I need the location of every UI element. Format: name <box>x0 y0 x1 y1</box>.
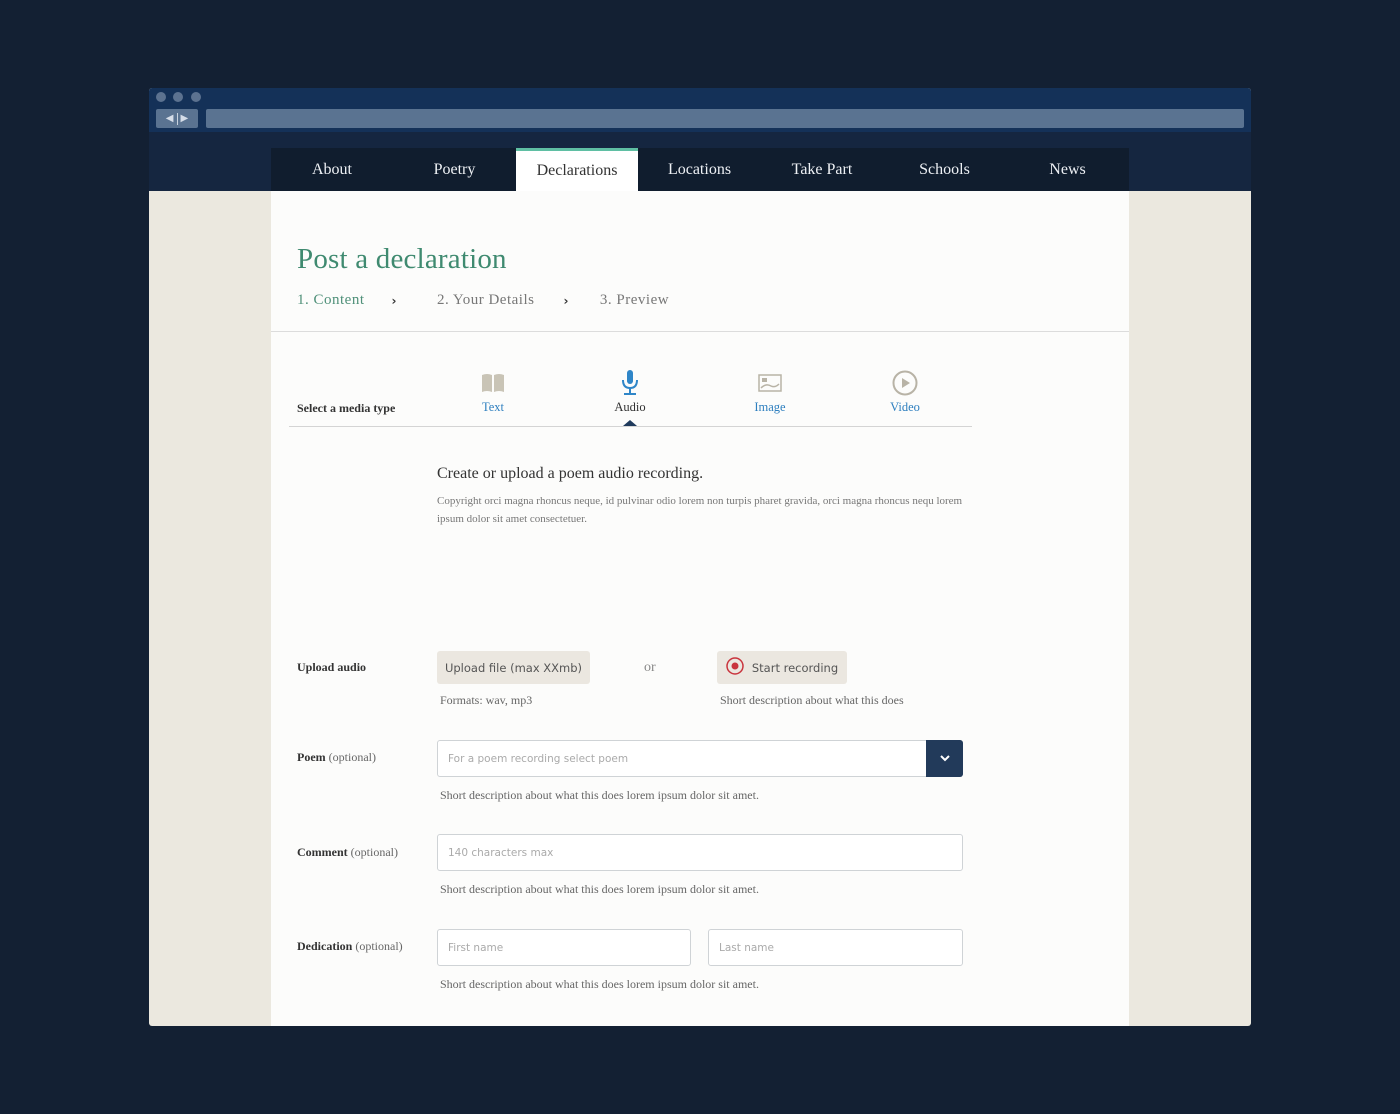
microphone-icon <box>621 369 639 397</box>
record-icon <box>726 657 744 678</box>
intro-text: Copyright orci magna rhoncus neque, id p… <box>437 495 963 525</box>
active-indicator-caret <box>623 420 637 426</box>
comment-label: Comment (optional) <box>297 845 398 860</box>
site-header: About Poetry Declarations Locations Take… <box>149 132 1251 191</box>
media-type-label: Select a media type <box>297 401 396 415</box>
poem-select-placeholder: For a poem recording select poem <box>448 752 629 765</box>
nav-item-locations[interactable]: Locations <box>638 148 761 191</box>
book-icon <box>481 369 505 397</box>
dedication-label: Dedication (optional) <box>297 939 403 954</box>
chevron-right-icon: › <box>391 293 397 308</box>
media-option-text[interactable]: Text <box>448 369 538 415</box>
intro-title: Create or upload a poem audio recording. <box>437 465 704 482</box>
browser-window: ◀ ▶ About Poetry Declarations Locations … <box>149 88 1251 1026</box>
nav-separator <box>176 112 178 125</box>
nav-item-poetry[interactable]: Poetry <box>393 148 516 191</box>
nav-item-take-part[interactable]: Take Part <box>761 148 883 191</box>
optional-text: (optional) <box>350 845 398 859</box>
dropdown-toggle[interactable] <box>926 740 963 777</box>
header-divider <box>271 331 1129 332</box>
step-content[interactable]: 1. Content <box>297 292 365 309</box>
upload-file-button[interactable]: Upload file (max XXmb) <box>437 651 590 684</box>
media-option-label: Audio <box>614 400 646 414</box>
poem-hint: Short description about what this does l… <box>440 788 759 802</box>
last-name-input[interactable]: Last name <box>708 929 963 966</box>
or-text: or <box>644 660 656 675</box>
page-title: Post a declaration <box>297 243 507 275</box>
step-preview[interactable]: 3. Preview <box>600 292 669 309</box>
label-text: Dedication <box>297 939 353 953</box>
nav-item-declarations[interactable]: Declarations <box>516 148 638 191</box>
window-dot-maximize[interactable] <box>191 92 201 102</box>
main-content: Post a declaration 1. Content › 2. Your … <box>271 191 1129 1026</box>
media-option-label: Video <box>890 400 920 414</box>
poem-label: Poem (optional) <box>297 750 376 765</box>
start-recording-label: Start recording <box>751 660 839 675</box>
first-name-placeholder: First name <box>448 941 504 954</box>
media-option-image[interactable]: Image <box>725 369 815 415</box>
media-option-label: Image <box>754 400 786 414</box>
back-icon[interactable]: ◀ <box>166 113 174 124</box>
start-recording-button[interactable]: Start recording <box>717 651 847 684</box>
nav-item-schools[interactable]: Schools <box>883 148 1006 191</box>
comment-hint: Short description about what this does l… <box>440 882 759 896</box>
forward-icon[interactable]: ▶ <box>181 113 189 124</box>
window-dot-minimize[interactable] <box>173 92 183 102</box>
media-type-selector: Select a media type Text Audio Image Vid… <box>289 361 972 427</box>
optional-text: (optional) <box>355 939 403 953</box>
formats-hint: Formats: wav, mp3 <box>440 693 533 707</box>
image-icon <box>758 369 782 397</box>
optional-text: (optional) <box>328 750 376 764</box>
window-dot-close[interactable] <box>156 92 166 102</box>
browser-nav-buttons: ◀ ▶ <box>156 109 198 128</box>
last-name-placeholder: Last name <box>719 941 774 954</box>
comment-placeholder: 140 characters max <box>448 846 554 859</box>
comment-input[interactable]: 140 characters max <box>437 834 963 871</box>
nav-item-news[interactable]: News <box>1006 148 1129 191</box>
step-breadcrumb: 1. Content › 2. Your Details › 3. Previe… <box>297 292 669 309</box>
media-option-audio[interactable]: Audio <box>585 369 675 415</box>
browser-chrome: ◀ ▶ <box>149 88 1251 132</box>
nav-item-about[interactable]: About <box>271 148 393 191</box>
main-nav: About Poetry Declarations Locations Take… <box>271 148 1129 191</box>
media-option-video[interactable]: Video <box>860 369 950 415</box>
label-text: Poem <box>297 750 326 764</box>
label-text: Upload audio <box>297 660 367 674</box>
chevron-right-icon: › <box>563 293 569 308</box>
dedication-hint: Short description about what this does l… <box>440 977 759 991</box>
recording-hint: Short description about what this does <box>720 693 904 707</box>
media-option-label: Text <box>481 400 505 414</box>
label-text: Comment <box>297 845 348 859</box>
chevron-down-icon <box>939 755 950 762</box>
step-your-details[interactable]: 2. Your Details <box>437 292 535 309</box>
poem-select[interactable]: For a poem recording select poem <box>437 740 963 777</box>
upload-audio-label: Upload audio <box>297 660 366 675</box>
play-circle-icon <box>892 369 918 397</box>
first-name-input[interactable]: First name <box>437 929 691 966</box>
url-bar[interactable] <box>206 109 1244 128</box>
